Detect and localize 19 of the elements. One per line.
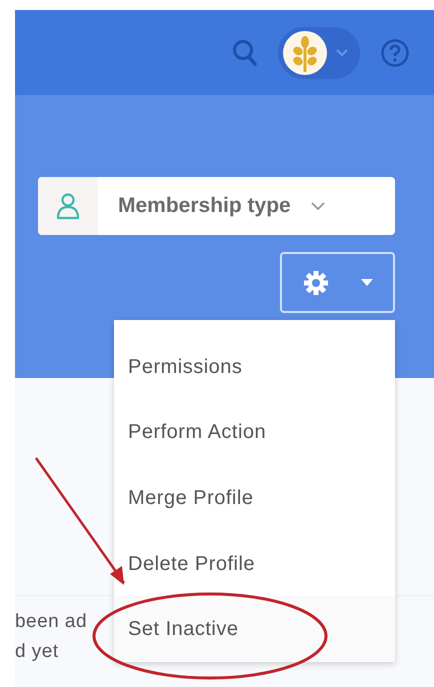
search-icon[interactable] bbox=[232, 38, 258, 66]
settings-button[interactable] bbox=[280, 252, 395, 313]
chevron-down-icon bbox=[310, 202, 325, 210]
gear-icon bbox=[302, 270, 328, 296]
membership-type-dropdown[interactable]: Membership type bbox=[38, 177, 395, 235]
menu-item[interactable]: Set Inactive bbox=[114, 596, 395, 662]
dropdown-label: Membership type bbox=[118, 193, 291, 220]
help-icon[interactable] bbox=[380, 38, 410, 68]
menu-item[interactable]: Merge Profile bbox=[114, 465, 395, 531]
menu-item[interactable]: Permissions bbox=[114, 334, 395, 400]
account-menu[interactable] bbox=[278, 26, 360, 78]
message-text: been ad bbox=[15, 611, 88, 632]
menu-item[interactable]: Delete Profile bbox=[114, 530, 395, 596]
caret-down-icon bbox=[360, 279, 372, 286]
chevron-down-icon bbox=[336, 48, 348, 56]
user-icon bbox=[56, 192, 80, 220]
menu-item[interactable]: Perform Action bbox=[114, 400, 395, 466]
message-text: d yet bbox=[15, 641, 59, 662]
wheat-logo-icon bbox=[282, 30, 328, 76]
